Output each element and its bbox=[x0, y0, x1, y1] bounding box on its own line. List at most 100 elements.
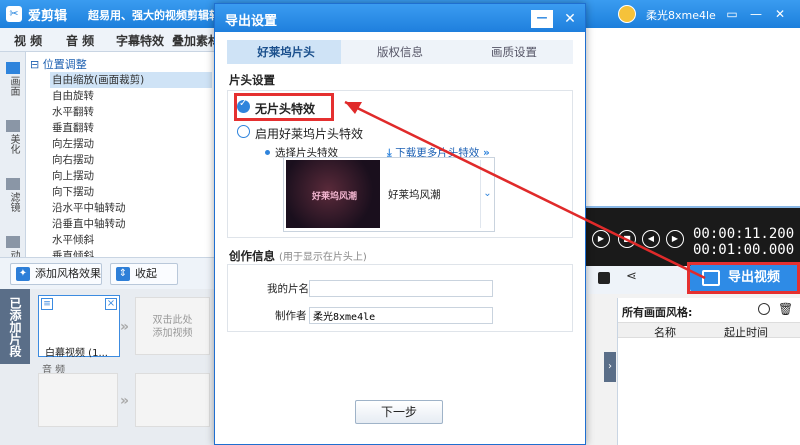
wand-icon: ✦ bbox=[16, 267, 30, 281]
user-avatar-icon[interactable] bbox=[618, 5, 636, 23]
prev-frame-icon[interactable]: ◀ bbox=[642, 230, 660, 248]
expand-panel-icon[interactable]: › bbox=[604, 352, 616, 382]
side-tab-filter[interactable]: 滤镜 bbox=[0, 172, 26, 228]
skin-icon[interactable]: ▭ bbox=[722, 4, 742, 24]
current-time: 00:00:11.200 bbox=[693, 226, 795, 242]
filter-icon bbox=[6, 178, 20, 190]
author-input[interactable] bbox=[309, 307, 493, 324]
tab-copyright[interactable]: 版权信息 bbox=[341, 40, 459, 64]
menu-audio[interactable]: 音 频 bbox=[66, 32, 94, 49]
add-video-slot[interactable]: 双击此处 添加视频 bbox=[135, 297, 210, 355]
minimize-icon[interactable]: — bbox=[531, 10, 553, 28]
effect-item[interactable]: 向右摆动 bbox=[52, 152, 94, 168]
total-time: 00:01:00.000 bbox=[693, 242, 795, 258]
next-frame-icon[interactable]: ▶ bbox=[666, 230, 684, 248]
user-name[interactable]: 柔光8xme4le bbox=[646, 7, 716, 23]
added-clips-tab[interactable]: 已添加片段 bbox=[0, 289, 30, 364]
effect-item[interactable]: 沿垂直中轴转动 bbox=[52, 216, 126, 232]
intro-preset-list[interactable]: 好莱坞风潮 好莱坞风潮 ⌄ bbox=[283, 157, 495, 232]
dialog-titlebar: 导出设置 — ✕ bbox=[215, 4, 585, 32]
clip-caption: 白幕视频 (1... bbox=[45, 348, 108, 359]
side-tab-label: 画面 bbox=[8, 76, 19, 96]
minimize-icon[interactable]: — bbox=[746, 4, 766, 24]
clip-menu-icon[interactable]: ≡ bbox=[41, 298, 53, 310]
menu-subtitle-effects[interactable]: 字幕特效 bbox=[116, 32, 164, 49]
chevron-right-icon: » bbox=[120, 393, 130, 409]
dialog-title: 导出设置 bbox=[225, 14, 278, 29]
collapse-button[interactable]: ⇕ 收起 bbox=[110, 263, 178, 285]
effect-item[interactable]: 垂直倾斜 bbox=[52, 248, 94, 257]
effect-item[interactable]: 垂直翻转 bbox=[52, 120, 94, 136]
delete-icon[interactable]: 🗑 bbox=[778, 302, 793, 316]
preset-thumbnail[interactable]: 好莱坞风潮 bbox=[286, 160, 380, 228]
snapshot-icon[interactable] bbox=[598, 272, 610, 284]
back-icon[interactable] bbox=[758, 303, 770, 315]
bullet-icon bbox=[265, 150, 270, 155]
close-icon[interactable]: ✕ bbox=[559, 10, 581, 28]
app-logo-icon: ✂ bbox=[6, 6, 22, 22]
chevron-down-icon[interactable]: ⌄ bbox=[480, 160, 494, 228]
collapse-icon: ⊟ bbox=[30, 58, 43, 71]
side-tab-label: 美化 bbox=[8, 134, 19, 154]
main-menu: 视 频 音 频 字幕特效 叠加素材 bbox=[0, 28, 220, 52]
effect-item[interactable]: 水平倾斜 bbox=[52, 232, 94, 248]
effect-item[interactable]: 向下摆动 bbox=[52, 184, 94, 200]
collapse-arrows-icon: ⇕ bbox=[116, 267, 130, 281]
style-panel-title: 所有画面风格: bbox=[622, 306, 693, 319]
effect-item[interactable]: 自由旋转 bbox=[52, 88, 94, 104]
close-icon[interactable]: ✕ bbox=[770, 4, 790, 24]
effect-item[interactable]: 水平翻转 bbox=[52, 104, 94, 120]
export-settings-dialog: 导出设置 — ✕ 好莱坞片头 版权信息 画质设置 片头设置 无片头特效 启用好莱… bbox=[214, 3, 586, 445]
menu-video[interactable]: 视 频 bbox=[14, 32, 42, 49]
audio-slot[interactable] bbox=[135, 373, 210, 427]
tab-quality[interactable]: 画质设置 bbox=[455, 40, 573, 64]
effect-item[interactable]: 向左摆动 bbox=[52, 136, 94, 152]
col-name: 名称 bbox=[654, 326, 676, 339]
effect-buttons: ✦ 添加风格效果 ⇕ 收起 bbox=[0, 257, 215, 289]
highlight-box bbox=[687, 262, 800, 294]
step-tabs: 好莱坞片头 版权信息 画质设置 bbox=[227, 40, 573, 64]
play-icon[interactable]: ▶ bbox=[592, 230, 610, 248]
preset-name: 好莱坞风潮 bbox=[388, 189, 441, 201]
wand-icon bbox=[6, 120, 20, 132]
side-tab-beautify[interactable]: 美化 bbox=[0, 114, 26, 170]
effect-list: ⊟ 位置调整 自由缩放(画面裁剪) 自由旋转 水平翻转 垂直翻转 向左摆动 向右… bbox=[26, 52, 216, 257]
info-section-title: 创作信息 (用于显示在片头上) bbox=[229, 249, 367, 263]
col-time: 起止时间 bbox=[724, 326, 768, 339]
audio-slot[interactable] bbox=[38, 373, 118, 427]
share-icon[interactable]: ⋖ bbox=[626, 269, 637, 284]
effect-item[interactable]: 沿水平中轴转动 bbox=[52, 200, 126, 216]
info-hint: (用于显示在片头上) bbox=[279, 252, 367, 263]
side-tab-label: 滤镜 bbox=[8, 192, 19, 212]
add-style-effect-button[interactable]: ✦ 添加风格效果 bbox=[10, 263, 102, 285]
picture-icon bbox=[6, 62, 20, 74]
effect-item[interactable]: 向上摆动 bbox=[52, 168, 94, 184]
highlight-box bbox=[234, 93, 334, 121]
effect-group-label: 位置调整 bbox=[42, 58, 87, 71]
wave-icon bbox=[6, 236, 20, 248]
side-tab-picture[interactable]: 画面 bbox=[0, 56, 26, 112]
next-step-button[interactable]: 下一步 bbox=[355, 400, 443, 424]
stop-icon[interactable]: ■ bbox=[618, 230, 636, 248]
app-slogan: 超易用、强大的视频剪辑软 bbox=[88, 9, 220, 22]
style-panel: 所有画面风格: 🗑 名称 起止时间 bbox=[617, 298, 800, 445]
app-name: 爱剪辑 bbox=[28, 9, 68, 24]
timeline-panel: 已添加片段 ≡ × 白幕视频 (1... » 双击此处 添加视频 音 频 » bbox=[0, 289, 215, 445]
side-tabs: 画面 美化 滤镜 动景 bbox=[0, 52, 26, 288]
effect-item[interactable]: 自由缩放(画面裁剪) bbox=[50, 72, 212, 88]
video-clip[interactable]: ≡ × 白幕视频 (1... bbox=[38, 295, 120, 359]
menu-overlay[interactable]: 叠加素材 bbox=[172, 32, 220, 49]
intro-section-title: 片头设置 bbox=[229, 73, 275, 87]
tab-hollywood-intro[interactable]: 好莱坞片头 bbox=[227, 40, 345, 64]
effect-group-header[interactable]: ⊟ 位置调整 bbox=[30, 56, 87, 72]
clip-remove-icon[interactable]: × bbox=[105, 298, 117, 310]
preview-area bbox=[586, 28, 800, 210]
film-name-input[interactable] bbox=[309, 280, 493, 297]
preset-thumbnail-text: 好莱坞风潮 bbox=[312, 192, 358, 202]
chevron-right-icon: » bbox=[120, 319, 130, 335]
radio-unchecked-icon bbox=[237, 125, 250, 138]
author-label: 制作者 bbox=[275, 310, 307, 322]
option-label: 启用好莱坞片头特效 bbox=[255, 127, 364, 141]
style-table-header: 名称 起止时间 bbox=[618, 322, 800, 339]
film-name-label: 我的片名 bbox=[267, 283, 309, 295]
